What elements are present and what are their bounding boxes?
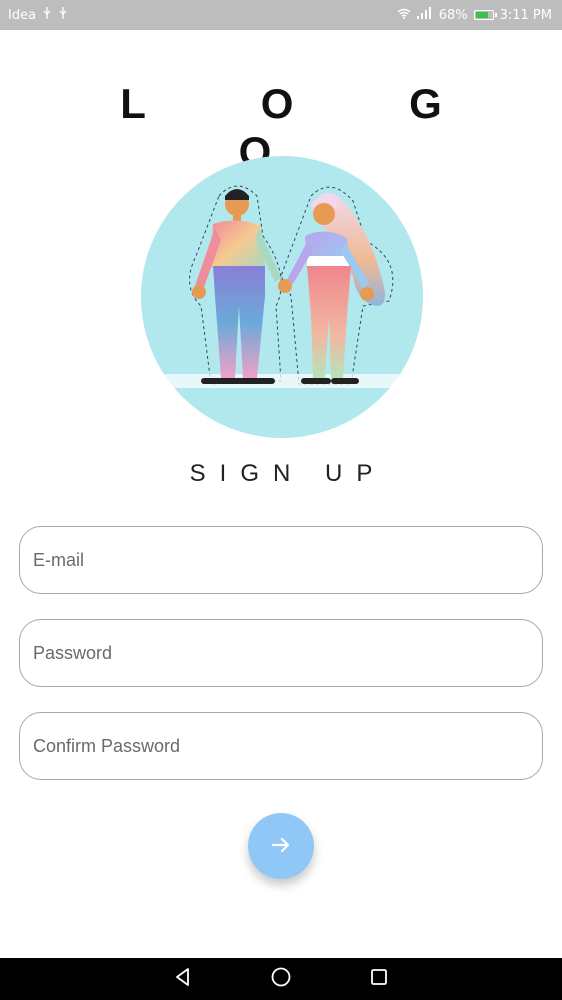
status-right: 68% 3:11 PM (397, 7, 552, 23)
back-button[interactable] (168, 964, 198, 994)
battery-icon (473, 10, 497, 20)
confirm-password-field-container (19, 712, 543, 780)
home-button[interactable] (266, 964, 296, 994)
arrow-right-icon (270, 834, 292, 859)
submit-button[interactable] (248, 813, 314, 879)
back-triangle-icon (173, 967, 193, 991)
system-nav-bar (0, 958, 562, 1000)
password-field-container (19, 619, 543, 687)
clock: 3:11 PM (499, 7, 552, 23)
couple-illustration (141, 156, 423, 438)
battery-percent: 68% (438, 7, 468, 23)
status-left: Idea (8, 7, 68, 23)
home-circle-icon (270, 966, 292, 992)
email-field-container (19, 526, 543, 594)
password-field[interactable] (20, 620, 542, 686)
usb-debug-icon (58, 7, 68, 23)
recents-button[interactable] (364, 964, 394, 994)
wifi-icon (397, 8, 411, 23)
confirm-password-field[interactable] (20, 713, 542, 779)
email-field[interactable] (20, 527, 542, 593)
recents-square-icon (369, 967, 389, 991)
signal-icon (416, 7, 433, 23)
usb-icon (42, 7, 52, 23)
carrier-label: Idea (8, 7, 37, 23)
status-bar: Idea 68% 3:11 PM (0, 0, 562, 30)
page-title: SIGN UP (189, 460, 387, 487)
